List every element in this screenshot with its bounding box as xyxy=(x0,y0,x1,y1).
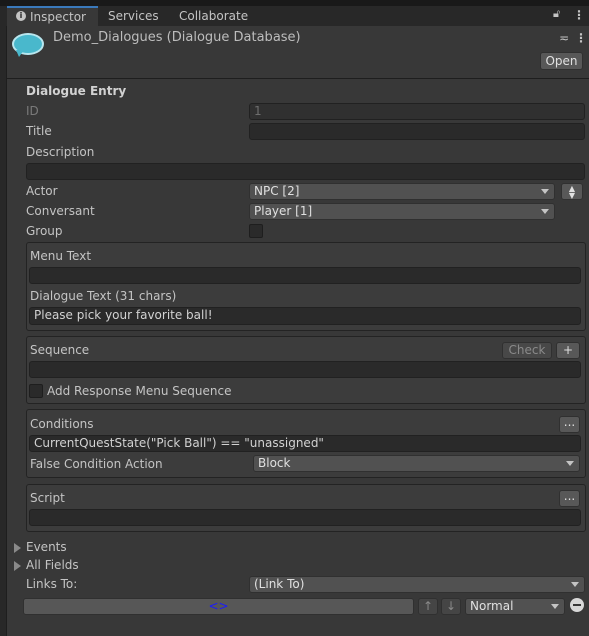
chevron-down-icon xyxy=(541,189,549,194)
open-button[interactable]: Open xyxy=(540,52,583,70)
priority-value: Normal xyxy=(470,599,514,613)
title-label: Title xyxy=(26,124,52,138)
menu-text-label: Menu Text xyxy=(30,249,92,263)
lock-icon[interactable]: 🔓︎ xyxy=(553,6,560,22)
asset-title: Demo_Dialogues (Dialogue Database) xyxy=(53,30,301,45)
conditions-input[interactable]: CurrentQuestState("Pick Ball") == "unass… xyxy=(29,435,581,452)
all-fields-foldout[interactable]: All Fields xyxy=(26,557,79,573)
swap-actor-button[interactable]: ▲ ▼ xyxy=(561,183,583,200)
id-label: ID xyxy=(26,104,39,118)
conversant-label: Conversant xyxy=(26,204,95,218)
actor-value: NPC [2] xyxy=(254,184,300,198)
tab-collaborate[interactable]: Collaborate xyxy=(179,8,248,24)
conversant-dropdown[interactable]: Player [1] xyxy=(249,203,555,220)
script-label: Script xyxy=(30,491,65,505)
false-condition-label: False Condition Action xyxy=(30,457,163,471)
actor-dropdown[interactable]: NPC [2] xyxy=(249,183,555,200)
events-foldout[interactable]: Events xyxy=(26,539,67,555)
links-to-label: Links To: xyxy=(26,577,78,591)
events-foldout-arrow-icon[interactable] xyxy=(14,543,21,553)
script-more-button[interactable]: ... xyxy=(559,490,580,507)
actor-label: Actor xyxy=(26,184,58,198)
tab-inspector[interactable]: i Inspector xyxy=(7,6,98,26)
section-title: Dialogue Entry xyxy=(26,84,127,98)
tab-label: Inspector xyxy=(30,10,86,24)
settings-sliders-icon[interactable]: ≂ xyxy=(559,30,569,46)
conditions-label: Conditions xyxy=(30,417,94,431)
menu-text-input[interactable] xyxy=(29,267,581,284)
dialogue-text-input[interactable]: Please pick your favorite ball! xyxy=(29,307,581,325)
title-input[interactable] xyxy=(249,123,585,140)
tab-services[interactable]: Services xyxy=(108,8,159,24)
add-response-label: Add Response Menu Sequence xyxy=(47,384,232,398)
group-label: Group xyxy=(26,224,63,238)
remove-link-icon[interactable] xyxy=(570,598,584,612)
chevron-down-icon xyxy=(551,604,559,609)
header-kebab-icon[interactable]: ⋮ xyxy=(575,30,587,46)
conditions-more-button[interactable]: ... xyxy=(559,416,580,433)
conversant-value: Player [1] xyxy=(254,204,313,218)
link-entry-button[interactable]: <> xyxy=(23,598,414,615)
all-fields-foldout-arrow-icon[interactable] xyxy=(14,561,21,571)
add-response-checkbox[interactable] xyxy=(29,384,43,398)
group-checkbox[interactable] xyxy=(249,224,263,238)
false-condition-dropdown[interactable]: Block xyxy=(253,455,580,472)
links-to-value: (Link To) xyxy=(254,577,305,591)
chevron-down-icon xyxy=(571,582,579,587)
header-divider xyxy=(7,78,589,79)
sequence-input[interactable] xyxy=(29,361,581,378)
links-to-dropdown[interactable]: (Link To) xyxy=(249,576,585,593)
false-condition-value: Block xyxy=(258,456,291,470)
sequence-label: Sequence xyxy=(30,343,90,357)
move-down-button[interactable]: ↓ xyxy=(441,598,461,615)
kebab-menu-icon[interactable]: ⋮ xyxy=(573,7,585,23)
description-label: Description xyxy=(26,145,95,159)
priority-dropdown[interactable]: Normal xyxy=(465,598,565,615)
check-button[interactable]: Check xyxy=(502,342,552,359)
left-gutter xyxy=(0,26,7,636)
chevron-down-icon xyxy=(541,209,549,214)
description-input[interactable] xyxy=(26,163,585,180)
move-up-button[interactable]: ↑ xyxy=(418,598,438,615)
info-icon: i xyxy=(16,11,26,21)
speech-bubble-tail xyxy=(16,50,24,57)
dialogue-text-label: Dialogue Text (31 chars) xyxy=(30,289,177,303)
link-text: <> xyxy=(208,599,229,613)
script-input[interactable] xyxy=(29,509,581,526)
id-field: 1 xyxy=(249,103,585,120)
add-sequence-button[interactable]: + xyxy=(556,342,580,359)
chevron-down-icon xyxy=(566,461,574,466)
